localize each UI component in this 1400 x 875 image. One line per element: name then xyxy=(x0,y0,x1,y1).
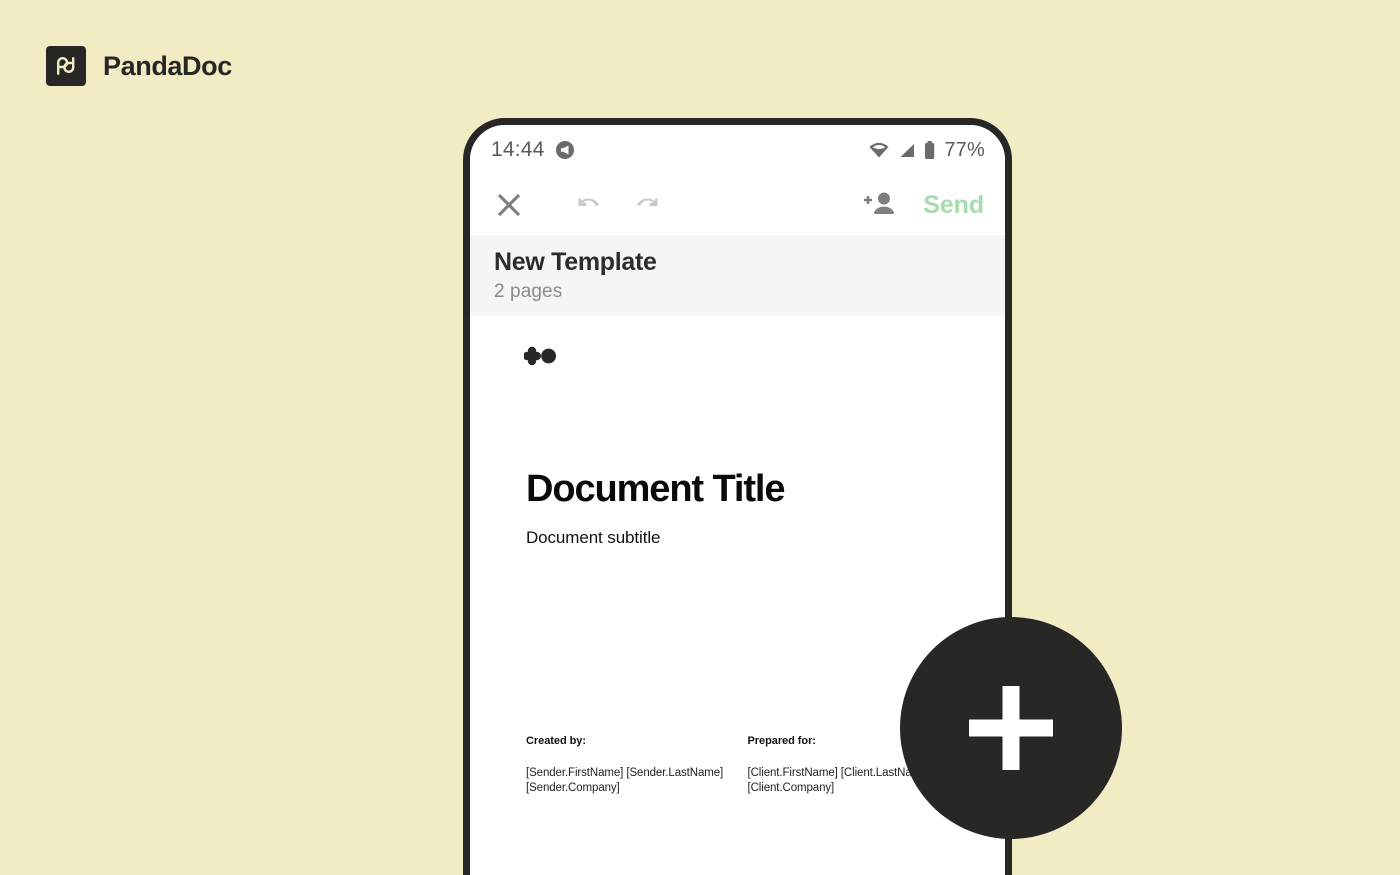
redo-button[interactable] xyxy=(628,186,666,224)
close-button[interactable] xyxy=(492,188,526,222)
document-parties: Created by: [Sender.FirstName] [Sender.L… xyxy=(526,735,965,796)
pandadoc-logo: PandaDoc xyxy=(46,46,232,86)
cellular-signal-icon xyxy=(900,143,915,157)
pd-monogram-icon xyxy=(57,56,75,75)
wifi-icon xyxy=(869,142,889,158)
template-name: New Template xyxy=(494,248,657,276)
pandadoc-logo-mark xyxy=(46,46,86,86)
document-title[interactable]: Document Title xyxy=(526,468,965,511)
redo-icon xyxy=(637,198,658,206)
battery-percentage: 77% xyxy=(944,138,985,161)
status-bar: 14:44 77% xyxy=(470,125,1005,175)
pandadoc-wordmark: PandaDoc xyxy=(103,50,232,81)
add-content-fab[interactable] xyxy=(900,617,1122,839)
plus-icon xyxy=(969,686,1053,770)
party-created-by: Created by: [Sender.FirstName] [Sender.L… xyxy=(526,735,746,796)
add-person-icon xyxy=(864,192,895,214)
send-button[interactable]: Send xyxy=(921,191,986,220)
document-subtitle[interactable]: Document subtitle xyxy=(526,528,965,548)
document-meta-header: New Template 2 pages xyxy=(470,235,1005,315)
party-line: [Sender.Company] xyxy=(526,782,620,795)
close-icon xyxy=(497,193,521,217)
status-bar-right: 77% xyxy=(868,139,985,162)
megaphone-circle-icon xyxy=(555,141,574,159)
status-clock: 14:44 xyxy=(491,138,545,161)
party-line: [Sender.FirstName] [Sender.LastName] xyxy=(526,767,724,779)
battery-icon xyxy=(925,140,935,159)
add-recipient-button[interactable] xyxy=(859,185,899,225)
document-logo-placeholder[interactable] xyxy=(524,343,965,369)
undo-icon xyxy=(578,198,599,206)
editor-toolbar: Send xyxy=(470,175,1005,235)
page-count: 2 pages xyxy=(494,281,563,302)
status-bar-left: 14:44 xyxy=(491,138,575,162)
party-label: Created by: xyxy=(526,735,586,747)
party-lines: [Sender.FirstName] [Sender.LastName] [Se… xyxy=(526,766,746,796)
undo-button[interactable] xyxy=(570,186,608,224)
clover-dot-logo-icon xyxy=(524,346,556,366)
